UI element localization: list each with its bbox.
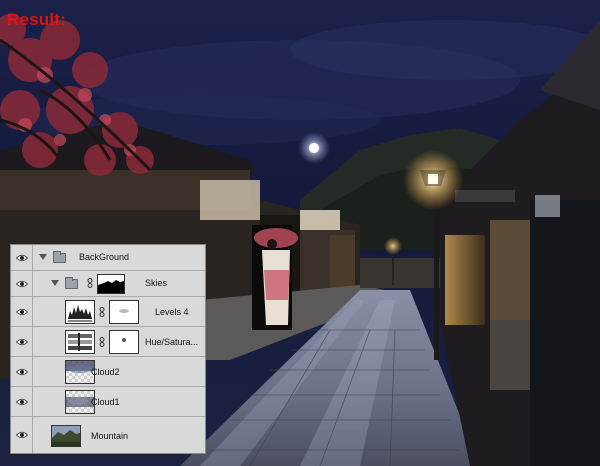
layer-row-levels[interactable]: Levels 4 — [11, 297, 205, 327]
chain-link-icon — [87, 278, 93, 288]
eye-icon — [15, 431, 28, 439]
visibility-toggle[interactable] — [11, 271, 33, 296]
visibility-toggle[interactable] — [11, 387, 33, 416]
chain-link-icon — [99, 307, 105, 317]
layer-thumbnail[interactable] — [51, 425, 81, 447]
layer-row-hue-saturation[interactable]: Hue/Satura... — [11, 327, 205, 357]
folder-icon — [53, 251, 66, 263]
layer-name: Mountain — [91, 431, 129, 441]
disclosure-triangle-icon[interactable] — [51, 280, 59, 286]
layer-name: BackGround — [79, 252, 130, 262]
eye-icon — [15, 338, 28, 345]
layers-panel[interactable]: BackGround Skies Levels 4 Hue/Satura... … — [10, 244, 206, 454]
visibility-toggle[interactable] — [11, 245, 33, 270]
canvas-stage: Result: BackGround Skies Levels 4 Hue/Sa… — [0, 0, 600, 466]
folder-icon — [65, 277, 78, 289]
layer-mask-thumbnail[interactable] — [109, 330, 139, 354]
layer-name: Levels 4 — [155, 307, 189, 317]
eye-icon — [15, 398, 28, 405]
layer-mask-thumbnail[interactable] — [97, 274, 125, 294]
levels-icon[interactable] — [65, 300, 95, 324]
chain-link-icon — [99, 337, 105, 347]
visibility-toggle[interactable] — [11, 327, 33, 356]
hue-saturation-icon[interactable] — [65, 330, 95, 354]
layer-name: Cloud2 — [91, 367, 120, 377]
eye-icon — [15, 280, 28, 287]
layer-row-skies[interactable]: Skies — [11, 271, 205, 297]
result-label: Result: — [7, 10, 67, 29]
layer-row-background[interactable]: BackGround — [11, 245, 205, 271]
layer-row-cloud1[interactable]: Cloud1 — [11, 387, 205, 417]
eye-icon — [15, 254, 28, 261]
visibility-toggle[interactable] — [11, 357, 33, 386]
eye-icon — [15, 308, 28, 315]
layer-row-mountain[interactable]: Mountain — [11, 417, 205, 453]
eye-icon — [15, 368, 28, 375]
layer-row-cloud2[interactable]: Cloud2 — [11, 357, 205, 387]
layer-name: Cloud1 — [91, 397, 120, 407]
visibility-toggle[interactable] — [11, 417, 33, 453]
disclosure-triangle-icon[interactable] — [39, 254, 47, 260]
layer-name: Skies — [145, 278, 168, 288]
layer-mask-thumbnail[interactable] — [109, 300, 139, 324]
layer-name: Hue/Satura... — [145, 337, 199, 347]
visibility-toggle[interactable] — [11, 297, 33, 326]
